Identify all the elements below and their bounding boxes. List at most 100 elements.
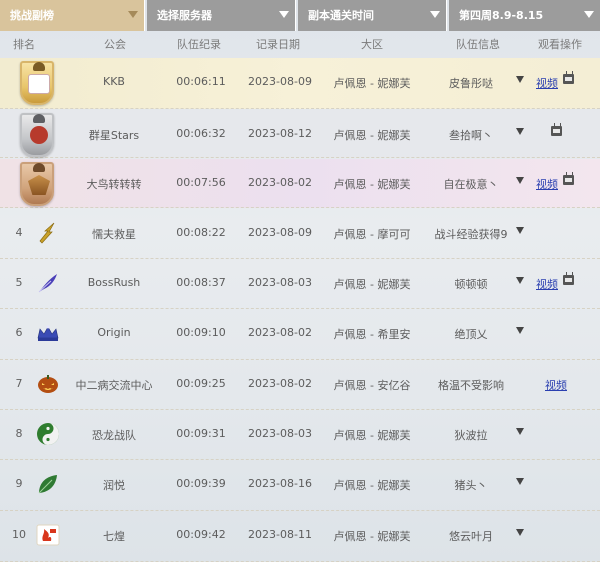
header-record-date: 记录日期 (256, 38, 300, 51)
guild-name: 大鸟转转转 (86, 178, 142, 191)
header-rank: 排名 (13, 38, 35, 51)
table-row: 5 BossRush 00:08:37 2023-08-03 卢佩恩 - 妮娜芙 顿顿顿 视… (0, 259, 600, 309)
pumpkin-logo-icon (36, 372, 60, 396)
guild-name: 润悦 (103, 479, 125, 492)
silver-medal-icon (20, 113, 54, 157)
expand-chevron-icon[interactable] (516, 478, 524, 485)
guild-name: 七煌 (103, 530, 125, 543)
team-info: 叁拾啊丶 (449, 129, 493, 142)
video-link[interactable]: 视频 (536, 176, 558, 192)
tv-icon[interactable] (551, 123, 562, 136)
expand-chevron-icon[interactable] (516, 327, 524, 334)
video-link[interactable]: 视频 (536, 75, 558, 91)
tv-icon[interactable] (563, 272, 574, 285)
rank-number: 9 (15, 477, 23, 490)
bronze-medal-icon (20, 162, 54, 206)
header-guild: 公会 (104, 38, 126, 51)
record-date: 2023-08-02 (248, 176, 312, 189)
expand-chevron-icon[interactable] (516, 128, 524, 135)
record-date: 2023-08-09 (248, 75, 312, 88)
expand-chevron-icon[interactable] (516, 428, 524, 435)
header-region: 大区 (361, 38, 383, 51)
table-row: 4 懦夫救星 00:08:22 2023-08-09 卢佩恩 - 摩可可 战斗经验获得9 (0, 209, 600, 259)
server-dropdown-label: 选择服务器 (157, 9, 212, 22)
expand-chevron-icon[interactable] (516, 227, 524, 234)
dungeon-time-label: 副本通关时间 (308, 9, 374, 22)
team-info: 顿顿顿 (454, 278, 488, 291)
guild-name: Origin (97, 326, 131, 339)
tv-icon[interactable] (563, 172, 574, 185)
leaf-logo-icon (36, 472, 60, 496)
tv-icon[interactable] (563, 71, 574, 84)
team-info: 皮鲁彤哒 (449, 77, 493, 90)
yin-yang-logo-icon (36, 422, 60, 446)
header-team-info: 队伍信息 (456, 38, 500, 51)
dungeon-time-dropdown[interactable]: 副本通关时间 (298, 0, 447, 31)
header-team-record: 队伍纪录 (177, 38, 221, 51)
feather-logo-icon (36, 271, 60, 295)
record-date: 2023-08-03 (248, 276, 312, 289)
team-record-time: 00:06:11 (176, 75, 226, 88)
team-record-time: 00:09:25 (176, 377, 226, 390)
team-info: 悠云叶月 (449, 530, 493, 543)
guild-name: 恐龙战队 (92, 429, 136, 442)
header-actions: 观看操作 (538, 38, 582, 51)
week-dropdown[interactable]: 第四周8.9-8.15 (449, 0, 600, 31)
guild-name: KKB (103, 75, 125, 88)
week-dropdown-label: 第四周8.9-8.15 (459, 9, 544, 22)
gold-medal-icon (20, 61, 54, 105)
team-record-time: 00:07:56 (176, 176, 226, 189)
chevron-down-icon (128, 11, 138, 18)
table-row: 6 Origin 00:09:10 2023-08-02 卢佩恩 - 希里安 绝顶乂 (0, 309, 600, 360)
guild-name: 懦夫救星 (92, 228, 136, 241)
expand-chevron-icon[interactable] (516, 277, 524, 284)
region-name: 卢佩恩 - 妮娜芙 (333, 530, 411, 543)
rank-number: 5 (15, 276, 23, 289)
team-record-time: 00:09:39 (176, 477, 226, 490)
lightning-logo-icon (36, 221, 60, 245)
guild-name: 中二病交流中心 (75, 379, 153, 392)
rank-number: 4 (15, 226, 23, 239)
guild-name: 群星Stars (88, 129, 140, 142)
team-info: 自在极意丶 (443, 178, 499, 191)
region-name: 卢佩恩 - 妮娜芙 (333, 278, 411, 291)
team-record-time: 00:08:22 (176, 226, 226, 239)
region-name: 卢佩恩 - 希里安 (333, 328, 411, 341)
team-info: 狄波拉 (454, 429, 488, 442)
expand-chevron-icon[interactable] (516, 76, 524, 83)
expand-chevron-icon[interactable] (516, 177, 524, 184)
rank-number: 10 (12, 528, 26, 541)
team-info: 猪头丶 (454, 479, 488, 492)
region-name: 卢佩恩 - 安亿谷 (333, 379, 411, 392)
record-date: 2023-08-16 (248, 477, 312, 490)
team-info: 战斗经验获得9 (434, 228, 508, 241)
expand-chevron-icon[interactable] (516, 529, 524, 536)
team-record-time: 00:06:32 (176, 127, 226, 140)
challenge-filter-dropdown[interactable]: 挑战副榜 (0, 0, 145, 31)
rank-number: 8 (15, 427, 23, 440)
server-dropdown[interactable]: 选择服务器 (147, 0, 296, 31)
table-header: 排名 公会 队伍纪录 记录日期 大区 队伍信息 观看操作 (0, 36, 600, 58)
team-record-time: 00:09:31 (176, 427, 226, 440)
team-record-time: 00:08:37 (176, 276, 226, 289)
guild-name: BossRush (87, 276, 141, 289)
table-row: 9 润悦 00:09:39 2023-08-16 卢佩恩 - 妮娜芙 猪头丶 (0, 460, 600, 511)
video-link[interactable]: 视频 (536, 276, 558, 292)
region-name: 卢佩恩 - 摩可可 (333, 228, 411, 241)
flame-logo-icon (36, 523, 60, 547)
table-row: KKB 00:06:11 2023-08-09 卢佩恩 - 妮娜芙 皮鲁彤哒 视频 (0, 58, 600, 109)
table-row: 8 恐龙战队 00:09:31 2023-08-03 卢佩恩 - 妮娜芙 狄波拉 (0, 410, 600, 460)
chevron-down-icon (430, 11, 440, 18)
region-name: 卢佩恩 - 妮娜芙 (333, 429, 411, 442)
filter-bar: 挑战副榜 选择服务器 副本通关时间 第四周8.9-8.15 (0, 0, 600, 33)
record-date: 2023-08-03 (248, 427, 312, 440)
record-date: 2023-08-12 (248, 127, 312, 140)
team-record-time: 00:09:42 (176, 528, 226, 541)
region-name: 卢佩恩 - 妮娜芙 (333, 479, 411, 492)
region-name: 卢佩恩 - 妮娜芙 (333, 77, 411, 90)
team-info: 格温不受影响 (438, 379, 504, 392)
video-link[interactable]: 视频 (545, 377, 567, 393)
chevron-down-icon (584, 11, 594, 18)
record-date: 2023-08-02 (248, 377, 312, 390)
region-name: 卢佩恩 - 妮娜芙 (333, 129, 411, 142)
